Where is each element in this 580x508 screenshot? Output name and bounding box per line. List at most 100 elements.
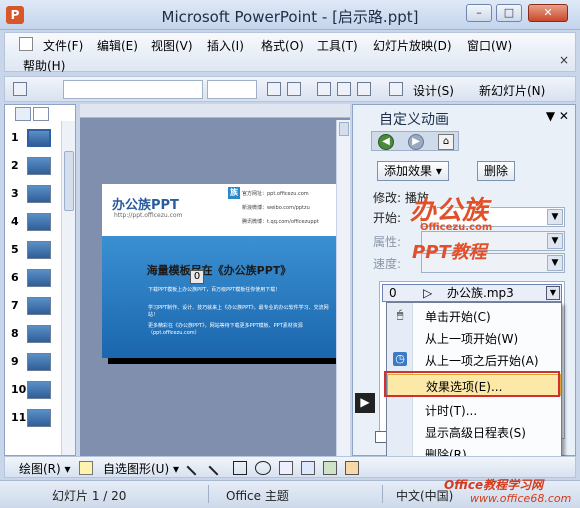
font-name-combo[interactable] [63, 80, 203, 99]
thumbnail-10[interactable]: 10 [11, 379, 55, 401]
slide-url: http://ppt.officezu.com [114, 212, 183, 219]
menu-insert[interactable]: 插入(I) [207, 37, 244, 54]
menu-format[interactable]: 格式(O) [261, 37, 304, 54]
menu-window[interactable]: 窗口(W) [467, 37, 512, 54]
watermark-bottom-url: www.office68.com [470, 492, 572, 505]
textbox-icon[interactable] [279, 461, 293, 475]
chevron-down-icon: ▼ [547, 255, 563, 271]
current-slide[interactable]: 办公族PPT http://ppt.officezu.com 族 官方网址：pp… [102, 184, 336, 358]
new-document-icon[interactable] [13, 82, 27, 96]
numbering-icon[interactable] [267, 82, 281, 96]
clock-icon: ◷ [393, 352, 407, 366]
property-label: 属性: [373, 235, 402, 249]
autoshapes-button[interactable]: 自选图形(U) ▾ [103, 460, 179, 477]
chevron-down-icon[interactable]: ▼ [546, 286, 560, 300]
oval-icon[interactable] [255, 461, 271, 475]
back-icon[interactable]: ◀ [378, 134, 394, 150]
thumbnail-3[interactable]: 3 [11, 183, 55, 205]
scrollbar-thumb[interactable] [339, 122, 349, 136]
menu-tools[interactable]: 工具(T) [317, 37, 358, 54]
minimize-button[interactable]: – [466, 4, 492, 22]
task-pane-nav: ◀ ▶ ⌂ [371, 131, 459, 151]
status-divider [382, 485, 383, 503]
thumbnail-image [27, 381, 51, 399]
canvas-ruler [80, 104, 350, 118]
chevron-down-icon[interactable]: ▼ [547, 209, 563, 225]
menu-start-with-previous[interactable]: 从上一项开始(W) [387, 327, 561, 349]
menu-start-after-previous[interactable]: ◷ 从上一项之后开始(A) [387, 349, 561, 371]
thumbnail-4[interactable]: 4 [11, 211, 55, 233]
thumbnail-1[interactable]: 1 [11, 127, 55, 149]
reorder-icon[interactable]: ▶ [355, 393, 375, 413]
design-button[interactable]: 设计(S) [413, 82, 454, 99]
diagram-icon[interactable] [323, 461, 337, 475]
menu-view[interactable]: 视图(V) [151, 37, 193, 54]
add-effect-button[interactable]: 添加效果 ▾ [377, 161, 449, 181]
canvas-scrollbar[interactable] [336, 120, 350, 456]
outline-tab[interactable] [15, 107, 31, 121]
delete-effect-button[interactable]: 删除 [477, 161, 516, 181]
maximize-button[interactable]: □ [496, 4, 522, 22]
thumbnail-6[interactable]: 6 [11, 267, 55, 289]
indent-icon[interactable] [357, 82, 371, 96]
theme-name: Office 主题 [226, 489, 289, 503]
forward-icon[interactable]: ▶ [408, 134, 424, 150]
thumbnail-image [27, 409, 51, 427]
slide-info-line: 新浪微博：weibo.com/pptzu [242, 205, 310, 211]
slide-logo: 办公族PPT [112, 198, 179, 213]
menu-show-advanced-timeline[interactable]: 显示高级日程表(S) [387, 421, 561, 443]
arrow-icon[interactable] [208, 458, 226, 476]
slide-badge: 族 [228, 187, 240, 199]
rectangle-icon[interactable] [233, 461, 247, 475]
animation-order-tag[interactable]: 0 [190, 270, 204, 284]
menu-start-on-click[interactable]: 🖱 单击开始(C) [387, 305, 561, 327]
wordart-icon[interactable] [301, 461, 315, 475]
bullets-icon[interactable] [287, 82, 301, 96]
speed-label: 速度: [373, 257, 402, 271]
select-pointer-icon[interactable] [79, 461, 93, 475]
slide-bullet: 更多精彩在《办公族PPT》，网站等待下载更多PPT模板、PPT素材资源（ppt.… [148, 323, 303, 336]
scrollbar-thumb[interactable] [64, 151, 74, 211]
window-title: Microsoft PowerPoint - [启示路.ppt] [161, 8, 419, 26]
close-button[interactable]: ✕ [528, 4, 568, 22]
slide-body: 海量模板尽在《办公族PPT》 下载PPT模板上办公族PPT，百万级PPT模板任你… [102, 236, 336, 358]
thumbnail-7[interactable]: 7 [11, 295, 55, 317]
thumbnail-image [27, 325, 51, 343]
thumbnail-image [27, 185, 51, 203]
line-icon[interactable] [186, 458, 204, 476]
slide-heading[interactable]: 海量模板尽在《办公族PPT》 [102, 262, 336, 278]
highlight-annotation [384, 371, 560, 397]
thumbnail-5[interactable]: 5 [11, 239, 55, 261]
thumbnail-11[interactable]: 11 [11, 407, 55, 429]
thumbnail-image [27, 269, 51, 287]
draw-menu-button[interactable]: 绘图(R) ▾ [19, 460, 71, 477]
slide-header: 办公族PPT http://ppt.officezu.com 族 官方网址：pp… [102, 184, 336, 236]
menu-timing[interactable]: 计时(T)... [387, 399, 561, 421]
slides-tab[interactable] [33, 107, 49, 121]
menu-file[interactable]: 文件(F) [43, 37, 83, 54]
font-color-icon[interactable] [389, 82, 403, 96]
font-size-increase-icon[interactable] [317, 82, 331, 96]
thumbnail-scrollbar[interactable] [61, 121, 75, 455]
document-close-button[interactable]: × [559, 53, 569, 67]
title-bar: P Microsoft PowerPoint - [启示路.ppt] – □ ✕ [0, 0, 580, 30]
font-size-combo[interactable] [207, 80, 257, 99]
thumbnail-8[interactable]: 8 [11, 323, 55, 345]
thumbnail-2[interactable]: 2 [11, 155, 55, 177]
font-size-decrease-icon[interactable] [337, 82, 351, 96]
formatting-toolbar: 设计(S) 新幻灯片(N) [4, 76, 576, 102]
slide-counter: 幻灯片 1 / 20 [52, 489, 127, 503]
menu-help[interactable]: 帮助(H) [23, 57, 65, 74]
animation-list-item[interactable]: 0 ▷ 办公族.mp3 ▼ [382, 284, 562, 302]
new-slide-button[interactable]: 新幻灯片(N) [479, 82, 545, 99]
task-pane-close-button[interactable]: ▼ ✕ [546, 109, 569, 123]
animation-name: 办公族.mp3 [447, 286, 514, 300]
slide-bullet: 学习PPT制作、设计、技巧就来上《办公族PPT》，最专业的办公软件学习、交流网站… [148, 305, 329, 318]
clipart-icon[interactable] [345, 461, 359, 475]
slide-bullet: 下载PPT模板上办公族PPT，百万级PPT模板任你使用下载！ [148, 287, 281, 293]
thumbnail-9[interactable]: 9 [11, 351, 55, 373]
home-icon[interactable]: ⌂ [438, 134, 454, 150]
menu-edit[interactable]: 编辑(E) [97, 37, 138, 54]
document-icon[interactable] [19, 37, 33, 51]
menu-slideshow[interactable]: 幻灯片放映(D) [373, 37, 452, 54]
